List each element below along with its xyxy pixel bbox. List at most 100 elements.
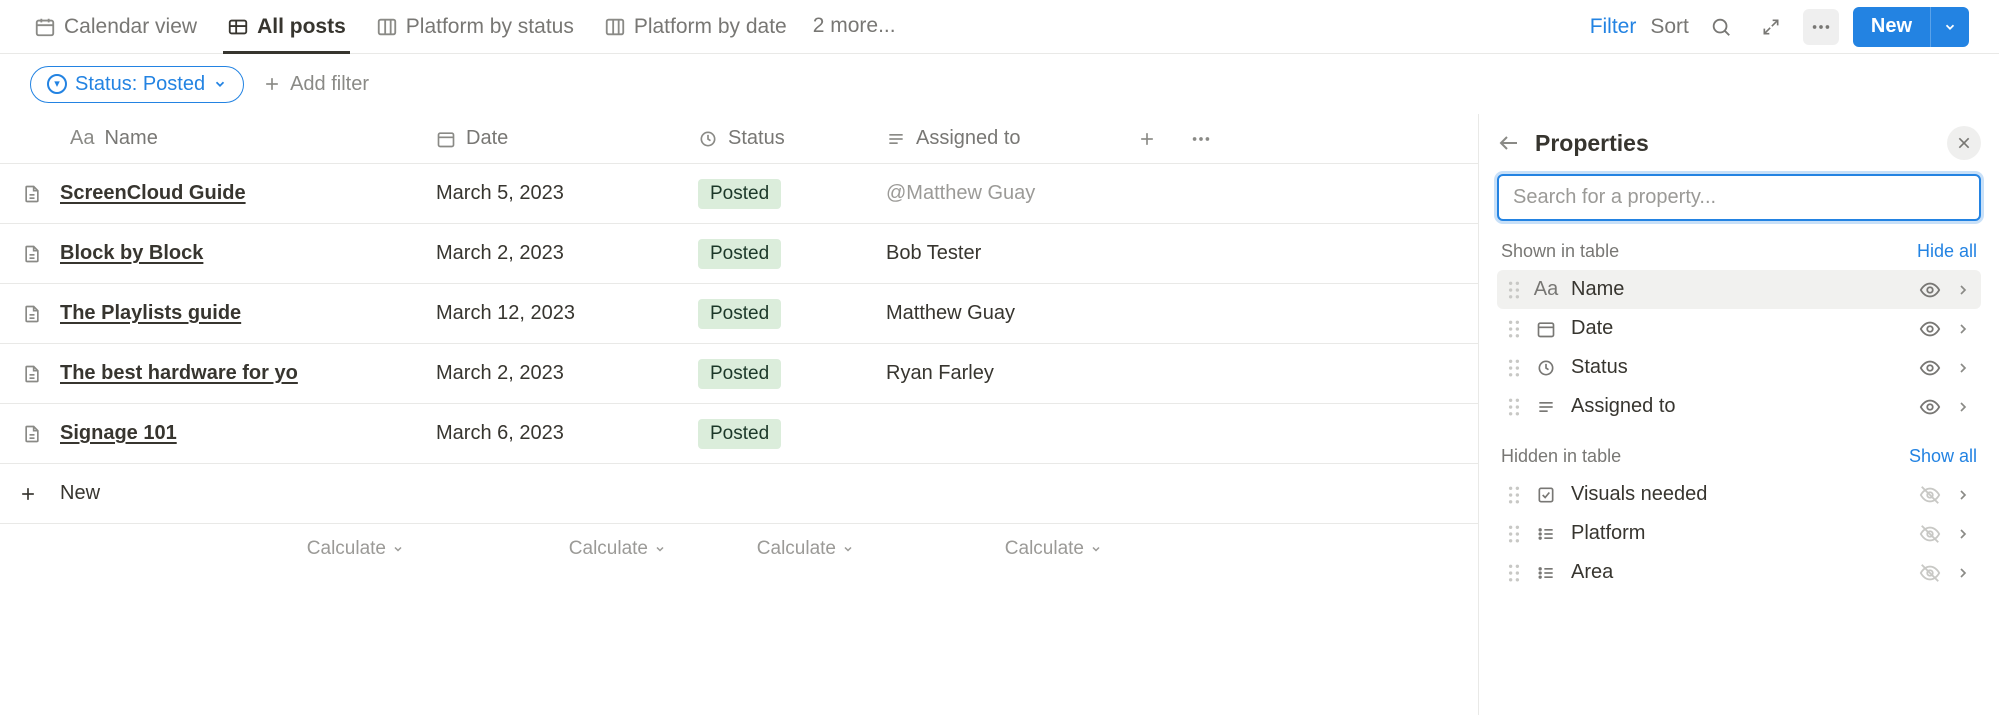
list-icon [1535,397,1557,417]
filter-button[interactable]: Filter [1590,15,1637,39]
add-column-button[interactable] [1120,119,1174,159]
drag-handle-icon[interactable] [1507,281,1521,299]
row-name[interactable]: Signage 101 [60,422,177,445]
visibility-toggle[interactable] [1919,318,1941,340]
sort-button[interactable]: Sort [1650,15,1689,39]
column-options-button[interactable] [1174,118,1228,160]
drag-handle-icon[interactable] [1507,320,1521,338]
row-assigned[interactable] [872,404,1120,463]
row-status[interactable]: Posted [684,284,872,343]
status-icon [47,74,67,94]
column-header-name[interactable]: Aa Name [56,117,422,160]
table-row[interactable]: Block by Block March 2, 2023 Posted Bob … [0,224,1478,284]
chevron-right-icon[interactable] [1955,565,1971,581]
visibility-toggle[interactable] [1919,562,1941,584]
table-row[interactable]: ScreenCloud Guide March 5, 2023 Posted @… [0,164,1478,224]
property-search-input[interactable] [1497,174,1981,221]
table-header: Aa Name Date Status [0,114,1478,164]
visibility-toggle[interactable] [1919,279,1941,301]
row-status[interactable]: Posted [684,344,872,403]
new-button[interactable]: New [1853,7,1969,47]
row-status[interactable]: Posted [684,404,872,463]
bullets-icon [1535,524,1557,544]
show-all-button[interactable]: Show all [1909,446,1977,467]
tab-more-views[interactable]: 2 more... [813,14,896,48]
page-icon [22,183,42,205]
calculate-button[interactable]: Calculate [422,538,684,560]
tab-calendar-view[interactable]: Calendar view [30,9,201,53]
visibility-toggle[interactable] [1919,523,1941,545]
row-date[interactable]: March 2, 2023 [422,344,684,403]
back-button[interactable] [1497,131,1521,155]
chevron-right-icon[interactable] [1955,360,1971,376]
tab-platform-by-date[interactable]: Platform by date [600,9,791,53]
more-options-icon[interactable] [1803,9,1839,45]
property-label: Status [1571,356,1905,379]
section-hidden-label: Hidden in table [1501,446,1621,467]
list-icon [886,129,906,149]
tab-all-posts[interactable]: All posts [223,9,350,53]
row-status[interactable]: Posted [684,224,872,283]
checkbox-icon [1535,485,1557,505]
row-assigned[interactable]: Bob Tester [872,224,1120,283]
drag-handle-icon[interactable] [1507,564,1521,582]
calendar-icon [1535,319,1557,339]
row-date[interactable]: March 5, 2023 [422,164,684,223]
close-button[interactable] [1947,126,1981,160]
chevron-right-icon[interactable] [1955,399,1971,415]
tab-platform-by-status[interactable]: Platform by status [372,9,578,53]
chevron-right-icon[interactable] [1955,321,1971,337]
drag-handle-icon[interactable] [1507,486,1521,504]
calculate-button[interactable]: Calculate [872,538,1120,560]
table-row[interactable]: The Playlists guide March 12, 2023 Poste… [0,284,1478,344]
row-name[interactable]: The best hardware for yo [60,362,298,385]
table-row[interactable]: Signage 101 March 6, 2023 Posted [0,404,1478,464]
new-row-button[interactable]: New [0,464,1478,524]
filter-chip-label: Status: Posted [75,73,205,96]
search-icon[interactable] [1703,9,1739,45]
expand-icon[interactable] [1753,9,1789,45]
row-name[interactable]: ScreenCloud Guide [60,182,246,205]
row-assigned[interactable]: Ryan Farley [872,344,1120,403]
calculate-button[interactable]: Calculate [684,538,872,560]
row-name[interactable]: Block by Block [60,242,203,265]
table-row[interactable]: The best hardware for yo March 2, 2023 P… [0,344,1478,404]
chevron-right-icon[interactable] [1955,487,1971,503]
drag-handle-icon[interactable] [1507,398,1521,416]
plus-icon [18,484,38,504]
chevron-right-icon[interactable] [1955,526,1971,542]
drag-handle-icon[interactable] [1507,525,1521,543]
bullets-icon [1535,563,1557,583]
status-pill: Posted [698,299,781,329]
tab-label: All posts [257,15,346,39]
row-name[interactable]: The Playlists guide [60,302,241,325]
chevron-down-icon[interactable] [1930,7,1969,47]
visibility-toggle[interactable] [1919,484,1941,506]
row-status[interactable]: Posted [684,164,872,223]
property-item[interactable]: Visuals needed [1497,475,1981,514]
property-item[interactable]: Date [1497,309,1981,348]
row-date[interactable]: March 2, 2023 [422,224,684,283]
property-item[interactable]: Platform [1497,514,1981,553]
chevron-right-icon[interactable] [1955,282,1971,298]
hide-all-button[interactable]: Hide all [1917,241,1977,262]
calculate-button[interactable]: Calculate [56,538,422,560]
status-icon [1535,358,1557,378]
row-assigned[interactable]: @Matthew Guay [872,164,1120,223]
column-header-assigned[interactable]: Assigned to [872,117,1120,160]
property-item[interactable]: Assigned to [1497,387,1981,426]
add-filter-button[interactable]: Add filter [262,73,369,96]
column-header-status[interactable]: Status [684,117,872,160]
property-label: Visuals needed [1571,483,1905,506]
property-item[interactable]: Status [1497,348,1981,387]
drag-handle-icon[interactable] [1507,359,1521,377]
visibility-toggle[interactable] [1919,396,1941,418]
filter-chip-status[interactable]: Status: Posted [30,66,244,103]
visibility-toggle[interactable] [1919,357,1941,379]
column-header-date[interactable]: Date [422,117,684,160]
property-item[interactable]: Aa Name [1497,270,1981,309]
row-assigned[interactable]: Matthew Guay [872,284,1120,343]
row-date[interactable]: March 12, 2023 [422,284,684,343]
property-item[interactable]: Area [1497,553,1981,592]
row-date[interactable]: March 6, 2023 [422,404,684,463]
